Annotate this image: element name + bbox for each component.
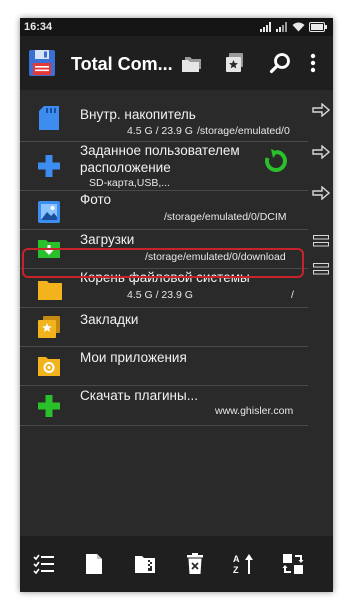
selection-highlight	[22, 248, 304, 278]
item-name: Закладки	[80, 312, 139, 327]
arrow-right-icon	[312, 145, 330, 159]
app-title: Total Com...	[71, 54, 173, 74]
folder-button[interactable]	[178, 48, 208, 78]
file-icon	[86, 554, 102, 574]
open-right-button[interactable]	[311, 103, 331, 117]
open-right-button-3[interactable]	[311, 186, 331, 200]
swap-icon	[282, 554, 304, 574]
sort-button[interactable]: A Z	[230, 549, 258, 579]
item-sizes: 4.5 G / 23.9 G	[127, 125, 193, 137]
battery-icon	[309, 22, 327, 32]
phone-screen: 16:34 Total Com... Внутр. накопитель 4.5…	[20, 18, 333, 592]
new-file-button[interactable]	[80, 549, 108, 579]
item-name: Скачать плагины...	[80, 388, 198, 403]
folder-icon	[38, 281, 62, 300]
list-item-photo[interactable]: Фото /storage/emulated/0/DCIM	[20, 191, 308, 230]
bookmarks-star-icon	[38, 316, 60, 338]
refresh-icon[interactable]	[263, 148, 289, 174]
select-button[interactable]	[30, 549, 58, 579]
plus-green-icon	[38, 395, 60, 417]
bottom-toolbar: A Z	[20, 536, 333, 592]
more-vertical-icon	[310, 53, 316, 73]
archive-button[interactable]	[131, 549, 159, 579]
sd-card-icon	[39, 106, 59, 130]
search-button[interactable]	[265, 48, 295, 78]
item-name: Фото	[80, 192, 112, 207]
folder-icon	[182, 57, 201, 72]
drag-handle-icon	[313, 263, 329, 275]
trash-icon	[187, 553, 203, 574]
item-name: Заданное пользователем расположение	[80, 143, 240, 175]
item-path: www.ghisler.com	[215, 405, 294, 417]
search-icon	[269, 53, 290, 74]
list-item-plugins[interactable]: Скачать плагины... www.ghisler.com	[20, 386, 308, 426]
svg-text:A: A	[233, 554, 240, 564]
overflow-menu-button[interactable]	[303, 48, 323, 78]
zip-folder-icon	[135, 556, 155, 573]
item-path: /storage/emulated/0	[197, 125, 290, 137]
bookmark-star-icon	[226, 53, 243, 72]
status-time: 16:34	[24, 21, 53, 33]
swap-panels-button[interactable]	[279, 549, 307, 579]
arrow-right-icon	[312, 103, 330, 117]
list-item-bookmarks[interactable]: Закладки	[20, 308, 308, 347]
item-path: /storage/emulated/0/DCIM	[164, 211, 287, 223]
image-icon	[38, 201, 60, 223]
item-name: Внутр. накопитель	[80, 107, 196, 122]
item-subtitle: SD-карта,USB,...	[89, 177, 171, 189]
app-logo-icon	[29, 50, 55, 76]
wifi-icon	[292, 22, 305, 32]
item-name: Загрузки	[80, 232, 135, 247]
apps-folder-icon	[38, 357, 60, 376]
list-item-custom-location[interactable]: Заданное пользователем расположение SD-к…	[20, 142, 308, 191]
status-icons	[260, 21, 327, 33]
item-path: /	[291, 289, 294, 301]
drag-handle[interactable]	[311, 235, 331, 247]
list-item-my-apps[interactable]: Мои приложения	[20, 347, 308, 386]
checklist-icon	[33, 554, 54, 575]
arrow-right-icon	[312, 186, 330, 200]
item-name: Мои приложения	[80, 350, 187, 365]
plus-icon	[38, 155, 60, 177]
drag-handle-icon	[313, 235, 329, 247]
list-item-internal-storage[interactable]: Внутр. накопитель 4.5 G / 23.9 G /storag…	[20, 90, 308, 142]
signal-icon-2	[276, 22, 287, 32]
app-bar: Total Com...	[20, 36, 333, 90]
open-right-button-2[interactable]	[311, 145, 331, 159]
sort-az-icon: A Z	[233, 554, 253, 575]
item-sizes: 4.5 G / 23.9 G	[127, 289, 193, 301]
svg-text:Z: Z	[233, 565, 239, 575]
signal-icon	[260, 22, 271, 32]
drag-handle-2[interactable]	[311, 263, 331, 275]
status-bar: 16:34	[20, 18, 333, 36]
delete-button[interactable]	[181, 549, 209, 579]
bookmark-button[interactable]	[220, 48, 250, 78]
